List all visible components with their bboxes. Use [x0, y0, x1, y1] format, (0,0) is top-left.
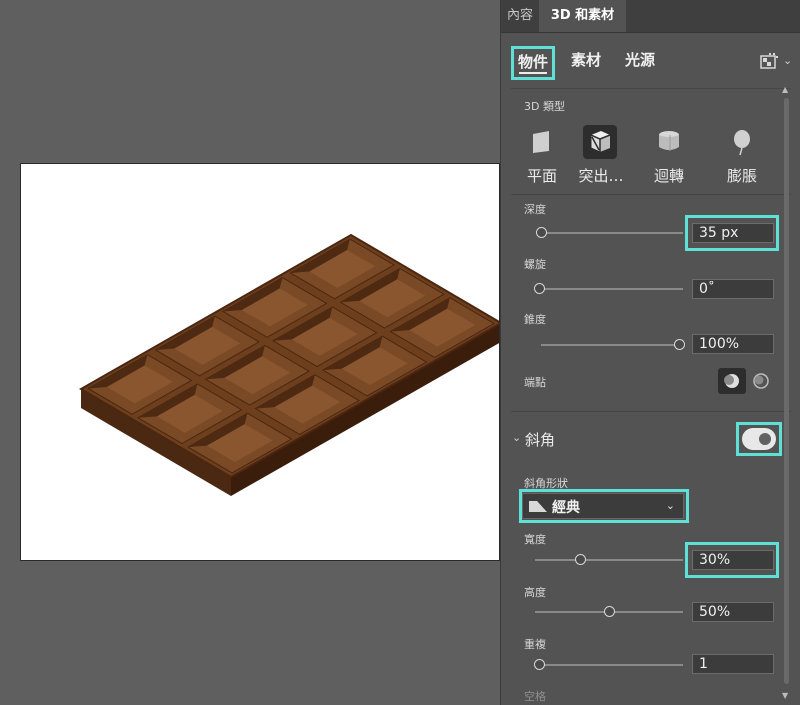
highlight-box	[685, 542, 779, 578]
inflate-icon	[734, 130, 750, 156]
twist-input[interactable]	[692, 279, 774, 299]
extrude-icon	[590, 131, 611, 153]
subtab-light[interactable]: 光源	[625, 46, 655, 74]
divider	[511, 194, 791, 195]
highlight-box	[519, 489, 689, 523]
properties-panel: 內容 3D 和素材 物件 素材 光源 ⌄ 3D 類型 平面 突出… 迴轉 膨脹 …	[500, 0, 800, 705]
bevel-height-input[interactable]	[692, 602, 774, 622]
bevel-repeat-slider-knob[interactable]	[534, 659, 545, 670]
bevel-width-slider-track[interactable]	[535, 559, 683, 561]
panel-tab-bar: 內容 3D 和素材	[501, 0, 800, 33]
plane-icon	[533, 131, 549, 153]
depth-label: 深度	[524, 203, 546, 216]
type-label-extrude: 突出…	[578, 167, 624, 185]
type-label-plane: 平面	[526, 167, 557, 185]
plane-type-button[interactable]	[525, 125, 559, 159]
tab-3d-materials[interactable]: 3D 和素材	[539, 0, 626, 32]
subtab-object[interactable]: 物件	[511, 46, 555, 80]
divider	[511, 411, 791, 412]
chevron-down-icon[interactable]: ⌄	[783, 54, 792, 67]
highlight-box	[736, 422, 782, 456]
scroll-up-arrow-icon[interactable]: ▲	[782, 85, 788, 94]
bevel-repeat-label: 重複	[524, 638, 546, 651]
cap-label: 端點	[524, 376, 546, 389]
depth-slider-knob[interactable]	[536, 227, 547, 238]
scroll-down-arrow-icon[interactable]: ▼	[782, 691, 788, 700]
twist-slider-knob[interactable]	[534, 283, 545, 294]
twist-slider-track[interactable]	[541, 288, 683, 290]
twist-label: 螺旋	[524, 258, 546, 271]
subtab-underline	[519, 72, 547, 74]
revolve-icon	[659, 131, 679, 151]
highlight-box	[685, 215, 779, 251]
bevel-spacing-label: 空格	[524, 690, 546, 703]
type-label-inflate: 膨脹	[726, 167, 757, 185]
subtab-object-label: 物件	[517, 53, 548, 71]
divider	[511, 88, 791, 89]
bevel-height-label: 高度	[524, 586, 546, 599]
chocolate-bar-illustration[interactable]	[20, 163, 500, 561]
cap-off-icon	[753, 373, 769, 389]
artboard[interactable]	[20, 163, 500, 561]
depth-slider-track[interactable]	[541, 232, 683, 234]
inflate-type-button[interactable]	[725, 125, 759, 159]
cap-on-icon	[724, 374, 739, 388]
taper-label: 錐度	[524, 313, 546, 326]
bevel-section-title[interactable]: 斜角	[525, 429, 555, 450]
cap-on-button[interactable]	[718, 368, 746, 394]
bevel-width-label: 寬度	[524, 533, 546, 546]
revolve-type-button[interactable]	[652, 125, 686, 159]
render-settings-icon[interactable]	[759, 52, 779, 70]
subtab-material[interactable]: 素材	[571, 46, 601, 74]
bevel-height-slider-knob[interactable]	[604, 606, 615, 617]
bevel-repeat-slider-track[interactable]	[535, 664, 683, 666]
type-label-revolve: 迴轉	[653, 167, 684, 185]
cap-off-button[interactable]	[747, 368, 775, 394]
taper-slider-knob[interactable]	[674, 339, 685, 350]
taper-input[interactable]	[692, 334, 774, 354]
bevel-width-slider-knob[interactable]	[575, 554, 586, 565]
taper-slider-track[interactable]	[541, 344, 683, 346]
extrude-type-button[interactable]	[583, 125, 617, 159]
bevel-repeat-input[interactable]	[692, 654, 774, 674]
tab-content[interactable]: 內容	[501, 0, 539, 32]
panel-scrollbar[interactable]	[784, 98, 789, 684]
3d-type-label: 3D 類型	[524, 100, 565, 113]
bevel-collapse-chevron-icon[interactable]: ⌄	[512, 431, 521, 444]
